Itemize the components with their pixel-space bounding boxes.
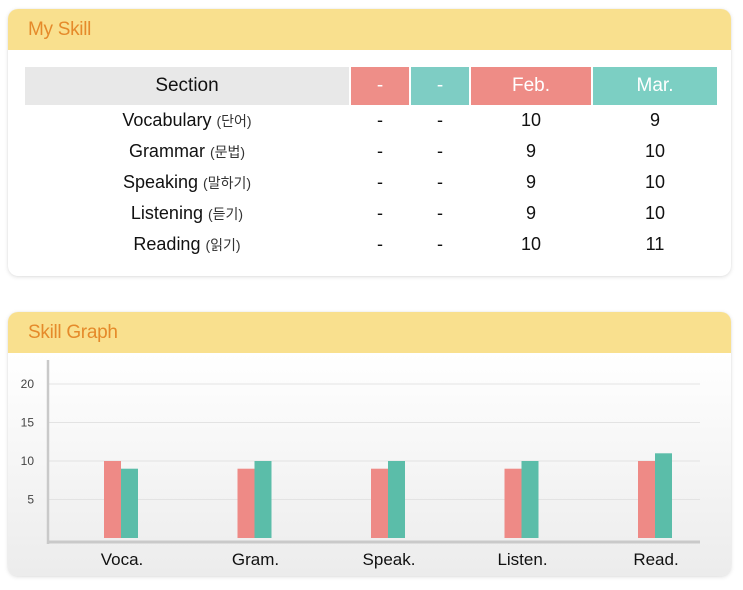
x-tick-label: Listen. (497, 550, 547, 569)
cell-mar: 9 (649, 110, 660, 130)
x-tick-label: Speak. (363, 550, 416, 569)
bar-series-2 (655, 453, 672, 538)
skill-name: Listening (130, 203, 203, 223)
table-row: Grammar (문법) - - 9 10 (25, 136, 717, 167)
cell-mar: 11 (645, 234, 665, 254)
bar-series-1 (371, 468, 388, 538)
skill-graph-card: Skill Graph 5 10 15 20 Voca. Gram. Speak. Liste… (8, 312, 731, 576)
bar-series-1 (104, 461, 121, 538)
cell-blank-2: - (437, 141, 443, 161)
skill-name: Reading (133, 234, 201, 254)
cell-feb: 9 (525, 141, 536, 161)
cell-blank-2: - (437, 234, 443, 254)
column-header-blank-2: - (411, 67, 469, 105)
bar-series-1 (237, 468, 255, 538)
x-tick-label: Read. (633, 550, 678, 569)
skill-name-korean: (단어) (216, 113, 252, 129)
cell-mar: 10 (644, 141, 666, 161)
cell-feb: 9 (525, 203, 536, 223)
x-tick-label: Gram. (232, 550, 279, 569)
skill-bar-chart: 5 10 15 20 Voca. Gram. Speak. Listen. Read. (8, 353, 731, 576)
bar-series-1 (504, 468, 522, 538)
y-tick-label: 20 (21, 377, 35, 391)
cell-section: Speaking (말하기) (25, 167, 349, 198)
cell-mar: 10 (644, 172, 666, 192)
table-row: Reading (읽기) - - 10 11 (25, 229, 717, 260)
cell-blank-1: - (377, 110, 383, 130)
cell-blank-2: - (437, 203, 443, 223)
cell-blank-2: - (437, 172, 443, 192)
y-tick-label: 15 (21, 416, 35, 430)
skill-name-korean: (문법) (209, 144, 246, 160)
bar-series-2 (121, 468, 138, 538)
bar-series-2 (388, 461, 405, 538)
skill-name-korean: (말하기) (203, 175, 252, 191)
bar-series-2 (254, 461, 272, 538)
cell-blank-1: - (377, 172, 383, 192)
skill-name: Vocabulary (122, 110, 212, 130)
cell-section: Grammar (문법) (25, 136, 349, 167)
y-tick-label: 10 (21, 454, 35, 468)
skill-name: Speaking (122, 172, 199, 192)
cell-section: Vocabulary (단어) (25, 105, 349, 136)
cell-mar: 10 (644, 203, 666, 223)
cell-section: Listening (듣기) (25, 198, 349, 229)
table-row: Speaking (말하기) - - 9 10 (25, 167, 717, 198)
skill-table: Section - - Feb. Mar. Vocabulary (단어) - -1… (23, 67, 719, 260)
skill-name-korean: (듣기) (207, 206, 244, 222)
cell-feb: 10 (520, 110, 542, 130)
cell-blank-1: - (377, 203, 383, 223)
bar-series-2 (521, 461, 539, 538)
cell-blank-1: - (377, 141, 383, 161)
column-header-feb: Feb. (471, 67, 591, 105)
cell-feb: 9 (525, 172, 536, 192)
skill-name: Grammar (128, 141, 205, 161)
skill-table-header-row: Section - - Feb. Mar. (25, 67, 717, 105)
column-header-mar: Mar. (593, 67, 717, 105)
cell-blank-2: - (437, 110, 443, 130)
bar-series-1 (638, 461, 655, 538)
column-header-section: Section (25, 67, 349, 105)
skill-name-korean: (읽기) (205, 237, 241, 253)
my-skill-card: My Skill Section - - Feb. Mar. Vocabular… (8, 9, 731, 276)
table-row: Listening (듣기) - - 9 10 (25, 198, 717, 229)
column-header-blank-1: - (351, 67, 409, 105)
cell-blank-1: - (377, 234, 383, 254)
cell-feb: 10 (520, 234, 542, 254)
table-row: Vocabulary (단어) - - 10 9 (25, 105, 717, 136)
x-tick-label: Voca. (101, 550, 144, 569)
y-tick-label: 5 (27, 493, 34, 507)
my-skill-title: My Skill (8, 9, 731, 50)
cell-section: Reading (읽기) (25, 229, 349, 260)
